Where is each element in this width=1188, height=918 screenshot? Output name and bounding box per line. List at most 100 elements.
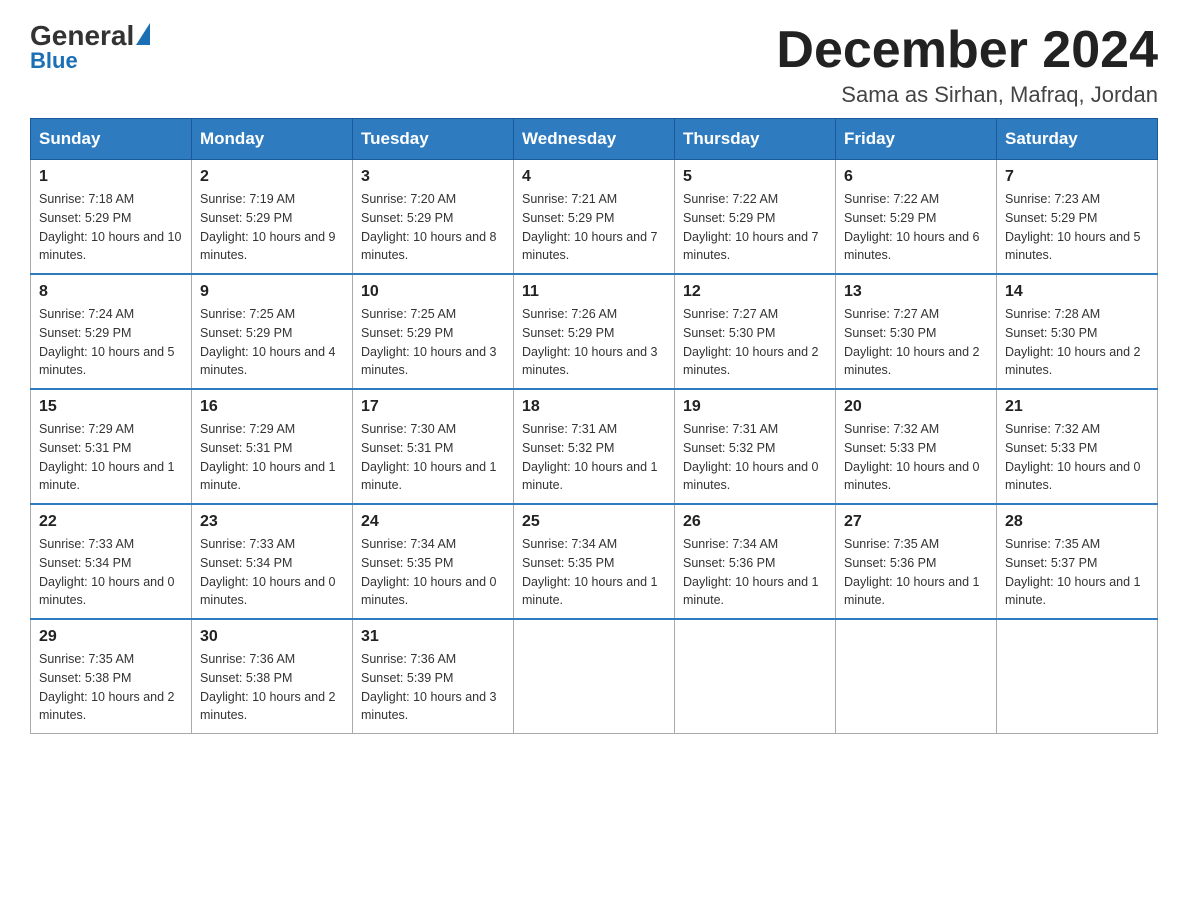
calendar-week-row: 15 Sunrise: 7:29 AM Sunset: 5:31 PM Dayl… [31,389,1158,504]
day-info: Sunrise: 7:30 AM Sunset: 5:31 PM Dayligh… [361,420,505,495]
calendar-cell: 18 Sunrise: 7:31 AM Sunset: 5:32 PM Dayl… [514,389,675,504]
calendar-cell: 10 Sunrise: 7:25 AM Sunset: 5:29 PM Dayl… [353,274,514,389]
calendar-cell: 28 Sunrise: 7:35 AM Sunset: 5:37 PM Dayl… [997,504,1158,619]
calendar-week-row: 29 Sunrise: 7:35 AM Sunset: 5:38 PM Dayl… [31,619,1158,734]
day-number: 26 [683,513,827,531]
day-number: 2 [200,168,344,186]
calendar-week-row: 22 Sunrise: 7:33 AM Sunset: 5:34 PM Dayl… [31,504,1158,619]
day-number: 21 [1005,398,1149,416]
day-info: Sunrise: 7:23 AM Sunset: 5:29 PM Dayligh… [1005,190,1149,265]
day-info: Sunrise: 7:27 AM Sunset: 5:30 PM Dayligh… [844,305,988,380]
day-info: Sunrise: 7:20 AM Sunset: 5:29 PM Dayligh… [361,190,505,265]
day-number: 9 [200,283,344,301]
calendar-cell: 3 Sunrise: 7:20 AM Sunset: 5:29 PM Dayli… [353,160,514,275]
calendar-cell: 7 Sunrise: 7:23 AM Sunset: 5:29 PM Dayli… [997,160,1158,275]
day-info: Sunrise: 7:32 AM Sunset: 5:33 PM Dayligh… [844,420,988,495]
calendar-cell: 27 Sunrise: 7:35 AM Sunset: 5:36 PM Dayl… [836,504,997,619]
calendar-table: SundayMondayTuesdayWednesdayThursdayFrid… [30,118,1158,734]
day-number: 6 [844,168,988,186]
calendar-cell: 6 Sunrise: 7:22 AM Sunset: 5:29 PM Dayli… [836,160,997,275]
day-number: 19 [683,398,827,416]
logo-triangle-icon [136,23,150,45]
day-info: Sunrise: 7:27 AM Sunset: 5:30 PM Dayligh… [683,305,827,380]
day-info: Sunrise: 7:24 AM Sunset: 5:29 PM Dayligh… [39,305,183,380]
day-number: 16 [200,398,344,416]
calendar-week-row: 1 Sunrise: 7:18 AM Sunset: 5:29 PM Dayli… [31,160,1158,275]
day-number: 25 [522,513,666,531]
calendar-cell: 12 Sunrise: 7:27 AM Sunset: 5:30 PM Dayl… [675,274,836,389]
day-number: 20 [844,398,988,416]
calendar-cell: 2 Sunrise: 7:19 AM Sunset: 5:29 PM Dayli… [192,160,353,275]
day-info: Sunrise: 7:35 AM Sunset: 5:37 PM Dayligh… [1005,535,1149,610]
calendar-header-wednesday: Wednesday [514,119,675,160]
day-info: Sunrise: 7:33 AM Sunset: 5:34 PM Dayligh… [39,535,183,610]
day-info: Sunrise: 7:29 AM Sunset: 5:31 PM Dayligh… [39,420,183,495]
calendar-cell: 31 Sunrise: 7:36 AM Sunset: 5:39 PM Dayl… [353,619,514,734]
day-number: 4 [522,168,666,186]
day-number: 5 [683,168,827,186]
day-info: Sunrise: 7:33 AM Sunset: 5:34 PM Dayligh… [200,535,344,610]
title-block: December 2024 Sama as Sirhan, Mafraq, Jo… [776,20,1158,108]
day-number: 27 [844,513,988,531]
day-info: Sunrise: 7:25 AM Sunset: 5:29 PM Dayligh… [200,305,344,380]
calendar-cell: 4 Sunrise: 7:21 AM Sunset: 5:29 PM Dayli… [514,160,675,275]
day-info: Sunrise: 7:25 AM Sunset: 5:29 PM Dayligh… [361,305,505,380]
day-info: Sunrise: 7:31 AM Sunset: 5:32 PM Dayligh… [683,420,827,495]
day-number: 18 [522,398,666,416]
calendar-cell: 15 Sunrise: 7:29 AM Sunset: 5:31 PM Dayl… [31,389,192,504]
main-title: December 2024 [776,20,1158,80]
day-number: 8 [39,283,183,301]
day-number: 12 [683,283,827,301]
calendar-header-row: SundayMondayTuesdayWednesdayThursdayFrid… [31,119,1158,160]
day-number: 23 [200,513,344,531]
calendar-cell: 23 Sunrise: 7:33 AM Sunset: 5:34 PM Dayl… [192,504,353,619]
page-header: General Blue December 2024 Sama as Sirha… [30,20,1158,108]
day-info: Sunrise: 7:36 AM Sunset: 5:39 PM Dayligh… [361,650,505,725]
calendar-cell [836,619,997,734]
logo-blue-text: Blue [30,48,78,74]
calendar-cell: 24 Sunrise: 7:34 AM Sunset: 5:35 PM Dayl… [353,504,514,619]
calendar-cell [514,619,675,734]
day-info: Sunrise: 7:28 AM Sunset: 5:30 PM Dayligh… [1005,305,1149,380]
calendar-header-sunday: Sunday [31,119,192,160]
day-info: Sunrise: 7:34 AM Sunset: 5:35 PM Dayligh… [522,535,666,610]
day-number: 28 [1005,513,1149,531]
day-info: Sunrise: 7:29 AM Sunset: 5:31 PM Dayligh… [200,420,344,495]
day-number: 17 [361,398,505,416]
day-number: 3 [361,168,505,186]
calendar-cell: 19 Sunrise: 7:31 AM Sunset: 5:32 PM Dayl… [675,389,836,504]
calendar-cell: 11 Sunrise: 7:26 AM Sunset: 5:29 PM Dayl… [514,274,675,389]
day-number: 29 [39,628,183,646]
day-number: 14 [1005,283,1149,301]
calendar-cell: 17 Sunrise: 7:30 AM Sunset: 5:31 PM Dayl… [353,389,514,504]
calendar-cell: 8 Sunrise: 7:24 AM Sunset: 5:29 PM Dayli… [31,274,192,389]
calendar-cell: 13 Sunrise: 7:27 AM Sunset: 5:30 PM Dayl… [836,274,997,389]
calendar-cell [675,619,836,734]
calendar-header-monday: Monday [192,119,353,160]
calendar-cell: 20 Sunrise: 7:32 AM Sunset: 5:33 PM Dayl… [836,389,997,504]
day-number: 13 [844,283,988,301]
calendar-cell [997,619,1158,734]
day-number: 31 [361,628,505,646]
calendar-cell: 16 Sunrise: 7:29 AM Sunset: 5:31 PM Dayl… [192,389,353,504]
day-number: 7 [1005,168,1149,186]
calendar-cell: 14 Sunrise: 7:28 AM Sunset: 5:30 PM Dayl… [997,274,1158,389]
calendar-cell: 22 Sunrise: 7:33 AM Sunset: 5:34 PM Dayl… [31,504,192,619]
calendar-header-tuesday: Tuesday [353,119,514,160]
day-info: Sunrise: 7:35 AM Sunset: 5:36 PM Dayligh… [844,535,988,610]
calendar-cell: 9 Sunrise: 7:25 AM Sunset: 5:29 PM Dayli… [192,274,353,389]
day-number: 30 [200,628,344,646]
day-number: 1 [39,168,183,186]
calendar-week-row: 8 Sunrise: 7:24 AM Sunset: 5:29 PM Dayli… [31,274,1158,389]
day-info: Sunrise: 7:35 AM Sunset: 5:38 PM Dayligh… [39,650,183,725]
day-info: Sunrise: 7:26 AM Sunset: 5:29 PM Dayligh… [522,305,666,380]
day-info: Sunrise: 7:31 AM Sunset: 5:32 PM Dayligh… [522,420,666,495]
day-info: Sunrise: 7:22 AM Sunset: 5:29 PM Dayligh… [683,190,827,265]
day-info: Sunrise: 7:34 AM Sunset: 5:35 PM Dayligh… [361,535,505,610]
day-info: Sunrise: 7:36 AM Sunset: 5:38 PM Dayligh… [200,650,344,725]
day-number: 22 [39,513,183,531]
day-info: Sunrise: 7:19 AM Sunset: 5:29 PM Dayligh… [200,190,344,265]
calendar-cell: 21 Sunrise: 7:32 AM Sunset: 5:33 PM Dayl… [997,389,1158,504]
calendar-cell: 1 Sunrise: 7:18 AM Sunset: 5:29 PM Dayli… [31,160,192,275]
logo: General Blue [30,20,150,74]
